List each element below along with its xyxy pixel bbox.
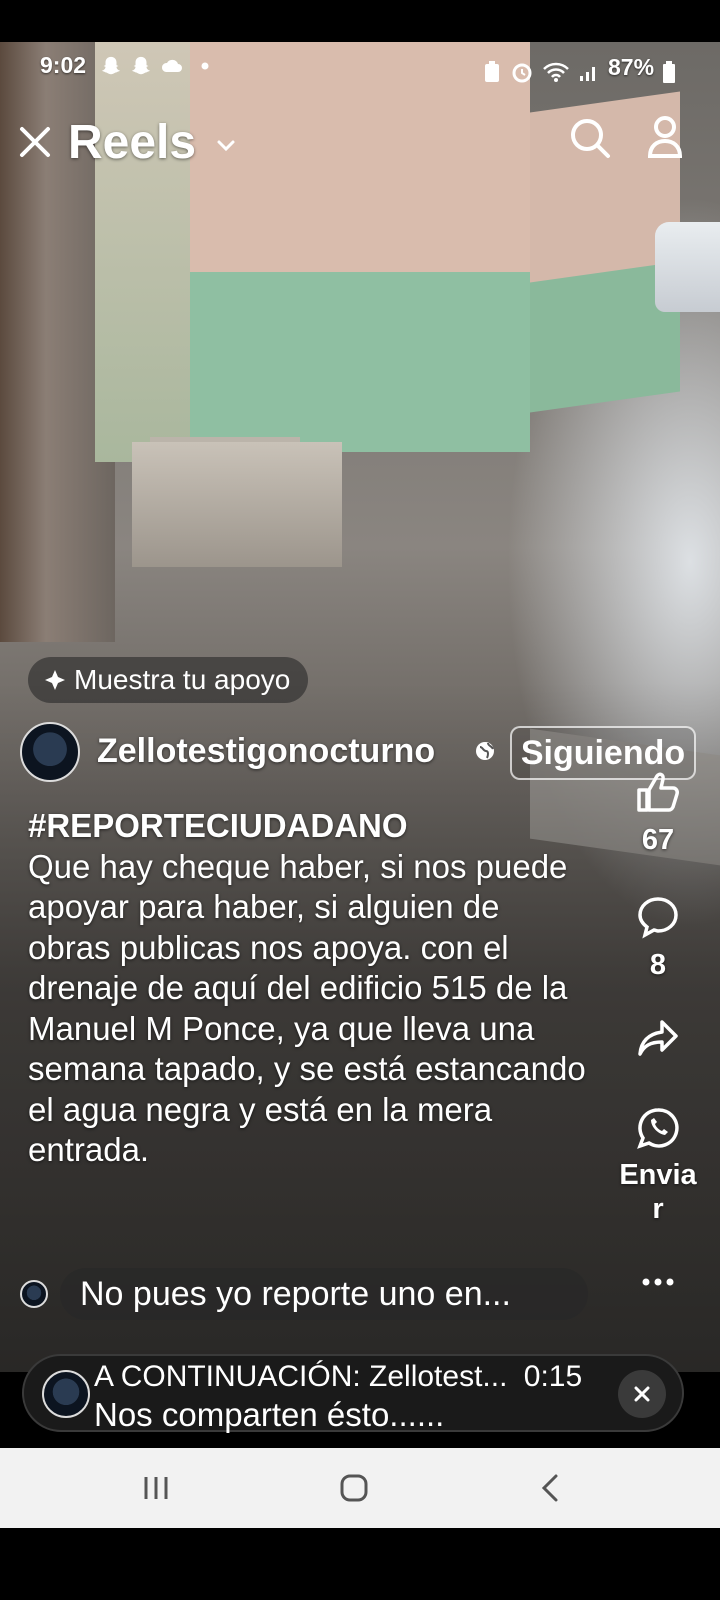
like-count: 67	[641, 824, 675, 856]
status-time: 9:02	[40, 52, 87, 78]
dot-icon	[201, 62, 209, 70]
status-battery-text: 87%	[608, 54, 655, 80]
status-right-icons: 87%	[482, 54, 676, 90]
caption-text: Que hay cheque haber, si nos puede apoya…	[28, 847, 586, 1169]
more-icon[interactable]	[640, 1276, 676, 1288]
battery-icon	[663, 61, 676, 83]
status-left-icons	[100, 55, 210, 77]
commenter-avatar	[20, 1280, 48, 1308]
page-title: Reels	[68, 116, 197, 169]
comment-preview[interactable]: No pues yo reporte uno en...	[60, 1268, 588, 1320]
snapchat-icon	[131, 56, 151, 75]
whatsapp-icon	[637, 1108, 679, 1149]
home-icon[interactable]	[338, 1472, 370, 1504]
send-whatsapp-action[interactable]: Enviar	[616, 1106, 700, 1226]
close-icon[interactable]	[18, 125, 52, 159]
alarm-clock-icon	[512, 63, 532, 83]
up-next-title: Nos comparten ésto......	[94, 1396, 445, 1433]
close-icon	[634, 1386, 650, 1402]
globe-icon	[476, 742, 494, 760]
author-name[interactable]: Zellotestigonocturno	[97, 732, 435, 771]
up-next-card[interactable]: A CONTINUACIÓN: Zellotest... 0:15 Nos co…	[22, 1354, 684, 1433]
recent-apps-icon[interactable]	[142, 1474, 170, 1502]
like-icon	[637, 772, 679, 812]
signal-icon	[580, 67, 595, 81]
chevron-down-icon[interactable]	[215, 138, 237, 154]
caption-hashtag[interactable]: #REPORTECIUDADANO	[28, 806, 588, 847]
share-icon	[638, 1020, 678, 1056]
up-next-label: A CONTINUACIÓN: Zellotest...	[94, 1360, 508, 1393]
up-next-line: A CONTINUACIÓN: Zellotest... 0:15	[94, 1360, 582, 1394]
comment-count: 8	[649, 949, 667, 981]
comment-icon	[638, 897, 678, 939]
video-left-room	[95, 42, 195, 462]
back-icon[interactable]	[538, 1472, 562, 1504]
share-action[interactable]	[616, 1018, 700, 1058]
up-next-duration: 0:15	[523, 1360, 583, 1393]
author-avatar[interactable]	[20, 722, 80, 782]
reel-video[interactable]	[0, 42, 720, 1372]
up-next-close-button[interactable]	[618, 1370, 666, 1418]
video-concrete-box	[132, 442, 342, 567]
video-wall-pink	[190, 42, 530, 292]
video-parked-car	[655, 222, 720, 312]
snapchat-icon	[101, 56, 121, 75]
star-sparkle-icon	[45, 670, 65, 690]
search-icon[interactable]	[568, 116, 612, 160]
show-support-label: Muestra tu apoyo	[74, 664, 291, 695]
wifi-icon	[543, 62, 569, 82]
send-label: Enviar	[619, 1159, 697, 1225]
up-next-avatar	[42, 1370, 90, 1418]
reel-caption[interactable]: #REPORTECIUDADANO Que hay cheque haber, …	[28, 806, 588, 1171]
video-wall-green	[190, 272, 530, 452]
system-navbar	[0, 1448, 720, 1528]
comment-action[interactable]: 8	[616, 895, 700, 982]
show-support-button[interactable]: Muestra tu apoyo	[28, 657, 309, 703]
like-action[interactable]: 67	[616, 770, 700, 857]
alarm-icon	[485, 61, 499, 82]
cloud-icon	[161, 59, 182, 72]
profile-icon[interactable]	[646, 114, 684, 160]
